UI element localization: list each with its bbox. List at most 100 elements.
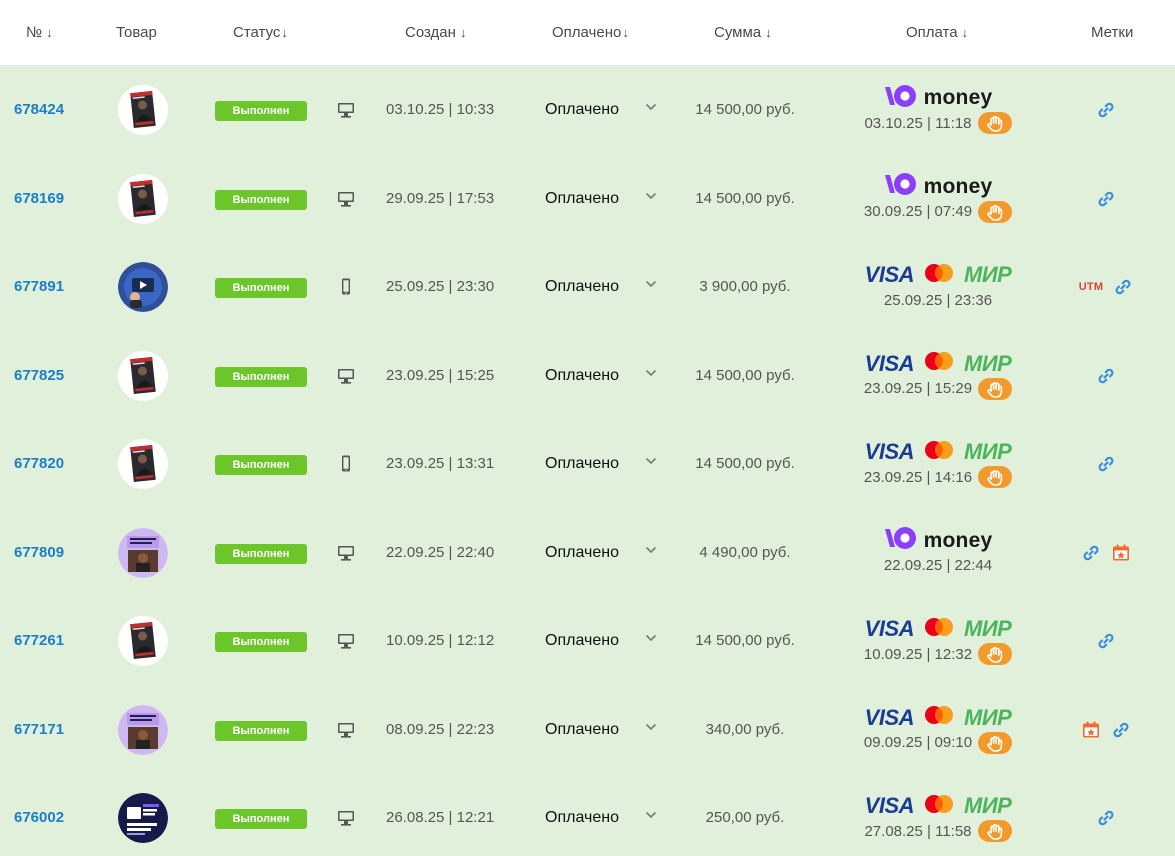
order-sum: 14 500,00 руб.: [695, 189, 795, 207]
col-sum-header[interactable]: Сумма ↓: [714, 24, 772, 41]
payment-info: VISA МИР 10.09.25 | 12:32: [840, 616, 1036, 666]
chevron-down-icon[interactable]: [645, 632, 657, 647]
payment-status-select[interactable]: Оплачено: [545, 190, 619, 208]
manual-payment-hand-icon[interactable]: [978, 643, 1013, 666]
order-id-link[interactable]: 677171: [14, 721, 64, 738]
visa-logo: VISA: [864, 793, 915, 819]
manual-payment-hand-icon[interactable]: [978, 731, 1013, 754]
col-paid-header[interactable]: Оплачено↓: [552, 24, 629, 41]
tags-cell: [1070, 364, 1142, 388]
payment-status-select[interactable]: Оплачено: [545, 101, 619, 119]
link-icon[interactable]: [1096, 189, 1116, 209]
col-number-header[interactable]: № ↓: [26, 24, 53, 41]
payment-datetime: 22.09.25 | 22:44: [883, 557, 993, 575]
link-icon[interactable]: [1081, 543, 1101, 563]
chevron-down-icon[interactable]: [645, 101, 657, 116]
chevron-down-icon[interactable]: [645, 809, 657, 824]
product-thumbnail[interactable]: [118, 704, 168, 755]
product-thumbnail[interactable]: [118, 350, 168, 401]
order-id-link[interactable]: 677809: [14, 544, 64, 561]
manual-payment-hand-icon[interactable]: [977, 112, 1012, 135]
order-id-link[interactable]: 678169: [14, 190, 64, 207]
product-thumbnail[interactable]: [118, 262, 168, 313]
calendar-icon[interactable]: [1111, 543, 1131, 563]
payment-status-select[interactable]: Оплачено: [545, 367, 619, 385]
payment-datetime: 30.09.25 | 07:49: [863, 203, 973, 221]
sort-arrow-icon: ↓: [765, 25, 772, 40]
table-row: 677825 Выполнен 23.09.25 | 15:25 Оплачено 14…: [0, 332, 1175, 421]
payment-status-select[interactable]: Оплачено: [545, 278, 619, 296]
order-id-link[interactable]: 677891: [14, 278, 64, 295]
payment-logos: VISA МИР: [840, 793, 1036, 819]
link-icon[interactable]: [1096, 100, 1116, 120]
created-datetime: 23.09.25 | 13:31: [386, 455, 495, 473]
payment-date-line: 25.09.25 | 23:36: [840, 288, 1036, 312]
link-icon[interactable]: [1096, 366, 1116, 386]
col-payment-header[interactable]: Оплата ↓: [906, 24, 968, 41]
order-id-link[interactable]: 676002: [14, 809, 64, 826]
created-datetime: 29.09.25 | 17:53: [386, 189, 495, 207]
sort-arrow-icon: ↓: [961, 25, 969, 40]
product-thumbnail[interactable]: [118, 85, 168, 136]
order-id-link[interactable]: 677261: [14, 632, 64, 649]
order-id-link[interactable]: 677820: [14, 455, 64, 472]
visa-logo: VISA: [864, 616, 915, 642]
order-id-link[interactable]: 677825: [14, 367, 64, 384]
visa-logo: VISA: [864, 439, 915, 465]
manual-payment-hand-icon[interactable]: [978, 200, 1013, 223]
calendar-icon[interactable]: [1081, 720, 1101, 740]
desktop-icon: [336, 101, 356, 119]
yoomoney-logo: money: [884, 526, 993, 555]
payment-date-line: 10.09.25 | 12:32: [840, 642, 1036, 666]
link-icon[interactable]: [1111, 720, 1131, 740]
col-created-header[interactable]: Создан ↓: [405, 24, 466, 41]
chevron-down-icon[interactable]: [645, 367, 657, 382]
payment-status-select[interactable]: Оплачено: [545, 544, 619, 562]
table-row: 677809 Выполнен 22.09.25 | 22:40 Оплачено 4 …: [0, 509, 1175, 598]
yoomoney-mark-icon: [884, 84, 918, 113]
payment-status-select[interactable]: Оплачено: [545, 632, 619, 650]
product-thumbnail[interactable]: [118, 616, 168, 667]
manual-payment-hand-icon[interactable]: [977, 820, 1012, 843]
product-thumbnail[interactable]: [118, 439, 168, 490]
yoomoney-wordmark: money: [923, 174, 993, 198]
order-sum: 3 900,00 руб.: [699, 278, 791, 296]
chevron-down-icon[interactable]: [645, 190, 657, 205]
chevron-down-icon[interactable]: [645, 721, 657, 736]
created-datetime: 25.09.25 | 23:30: [386, 278, 495, 296]
product-thumbnail[interactable]: [118, 793, 168, 844]
payment-logos: VISA МИР: [840, 439, 1036, 465]
link-icon[interactable]: [1096, 808, 1116, 828]
utm-tag[interactable]: UTM: [1079, 281, 1103, 293]
order-sum: 340,00 руб.: [705, 720, 785, 738]
link-icon[interactable]: [1113, 277, 1133, 297]
payment-info: money 22.09.25 | 22:44: [840, 526, 1036, 578]
manual-payment-hand-icon[interactable]: [978, 377, 1013, 400]
mastercard-logo-icon: [922, 439, 956, 466]
link-icon[interactable]: [1096, 631, 1116, 651]
payment-logos: money: [840, 173, 1036, 200]
link-icon[interactable]: [1096, 454, 1116, 474]
desktop-icon: [336, 190, 356, 208]
tags-cell: [1070, 718, 1142, 742]
product-thumbnail[interactable]: [118, 173, 168, 224]
created-datetime: 23.09.25 | 15:25: [386, 366, 495, 384]
product-thumbnail[interactable]: [118, 527, 168, 578]
payment-status-select[interactable]: Оплачено: [545, 455, 619, 473]
mastercard-logo-icon: [922, 793, 956, 820]
col-product-header[interactable]: Товар: [116, 24, 157, 41]
created-datetime: 03.10.25 | 10:33: [386, 101, 495, 119]
visa-logo: VISA: [864, 704, 915, 730]
chevron-down-icon[interactable]: [645, 455, 657, 470]
status-badge: Выполнен: [215, 189, 307, 210]
manual-payment-hand-icon[interactable]: [978, 466, 1013, 489]
col-status-header[interactable]: Статус↓: [233, 24, 288, 41]
payment-date-line: 27.08.25 | 11:58: [840, 819, 1036, 843]
order-id-link[interactable]: 678424: [14, 101, 64, 118]
mastercard-logo-icon: [922, 616, 956, 643]
payment-status-select[interactable]: Оплачено: [545, 809, 619, 827]
chevron-down-icon[interactable]: [645, 544, 657, 559]
chevron-down-icon[interactable]: [645, 278, 657, 293]
payment-datetime: 10.09.25 | 12:32: [863, 645, 973, 663]
payment-status-select[interactable]: Оплачено: [545, 721, 619, 739]
